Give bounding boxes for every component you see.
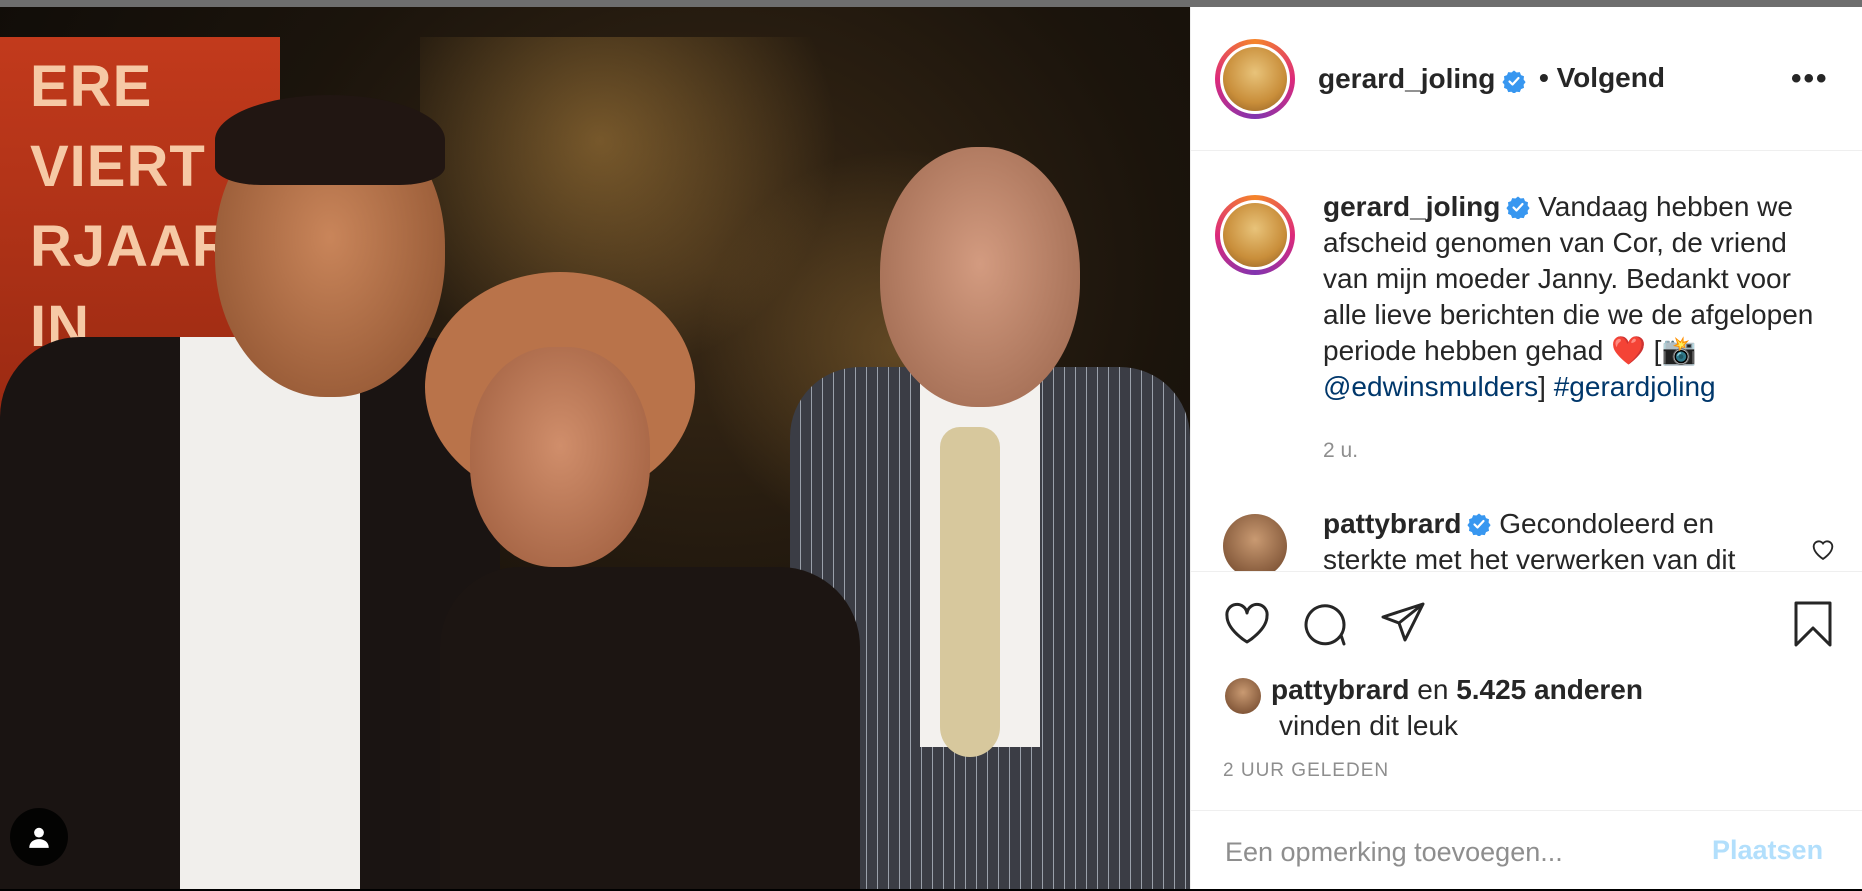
comment-like-heart-icon[interactable] — [1809, 535, 1837, 563]
post-actions: pattybrard en 5.425 anderen vinden dit l… — [1191, 571, 1862, 890]
verified-badge-icon — [1502, 70, 1526, 93]
add-comment-bar: Plaatsen — [1191, 810, 1862, 891]
liker-avatar[interactable] — [1225, 678, 1261, 714]
user-icon — [29, 827, 49, 848]
woman-dress — [440, 567, 860, 889]
following-status[interactable]: • Volgend — [1539, 62, 1665, 94]
man-right-tie — [940, 427, 1000, 757]
post-comment-button[interactable]: Plaatsen — [1712, 835, 1823, 866]
tagged-users-button[interactable] — [10, 808, 68, 866]
window-top-bar — [0, 0, 1862, 7]
caption-time[interactable]: 2 u. — [1323, 439, 1358, 463]
more-options-icon[interactable]: ••• — [1791, 62, 1829, 96]
share-paper-plane-icon[interactable] — [1379, 600, 1427, 648]
caption-author-avatar[interactable] — [1215, 195, 1295, 275]
man-left-hair — [215, 95, 445, 185]
caption-username[interactable]: gerard_joling — [1323, 191, 1500, 222]
post-timestamp[interactable]: 2 UUR GELEDEN — [1223, 760, 1389, 782]
caption: gerard_joling Vandaag hebben we afscheid… — [1323, 189, 1833, 405]
author-avatar[interactable] — [1215, 39, 1295, 119]
like-heart-icon[interactable] — [1223, 600, 1271, 648]
comment: pattybrard Gecondoleerd en sterkte met h… — [1323, 506, 1793, 571]
man-left-shirt — [180, 337, 360, 889]
comments-section: gerard_joling Vandaag hebben we afscheid… — [1191, 151, 1862, 571]
woman-face — [470, 347, 650, 567]
verified-badge-icon — [1467, 513, 1492, 536]
caption-hashtag-link[interactable]: #gerardjoling — [1554, 371, 1716, 402]
caption-mention-link[interactable]: @edwinsmulders — [1323, 371, 1538, 402]
commenter-avatar[interactable] — [1223, 514, 1287, 571]
likes-connector: en — [1417, 674, 1449, 705]
post-photo[interactable]: ERE VIERT RJAARDA IN CA — [0, 7, 1190, 889]
likes-summary: pattybrard en 5.425 anderen — [1271, 672, 1643, 708]
likes-count[interactable]: 5.425 anderen — [1456, 674, 1643, 705]
liker-username[interactable]: pattybrard — [1271, 674, 1409, 705]
bookmark-icon[interactable] — [1789, 600, 1837, 648]
likes-suffix: vinden dit leuk — [1279, 710, 1459, 741]
comment-bubble-icon[interactable] — [1301, 600, 1349, 648]
comment-input[interactable] — [1223, 831, 1687, 873]
man-right-face — [880, 147, 1080, 407]
post-side-panel: gerard_joling • Volgend ••• gerard_jolin… — [1190, 7, 1862, 889]
post-header: gerard_joling • Volgend ••• — [1191, 7, 1862, 151]
verified-badge-icon — [1506, 196, 1530, 219]
comment-username[interactable]: pattybrard — [1323, 508, 1461, 539]
caption-text-end: ] — [1538, 371, 1554, 402]
author-username[interactable]: gerard_joling — [1318, 63, 1495, 95]
